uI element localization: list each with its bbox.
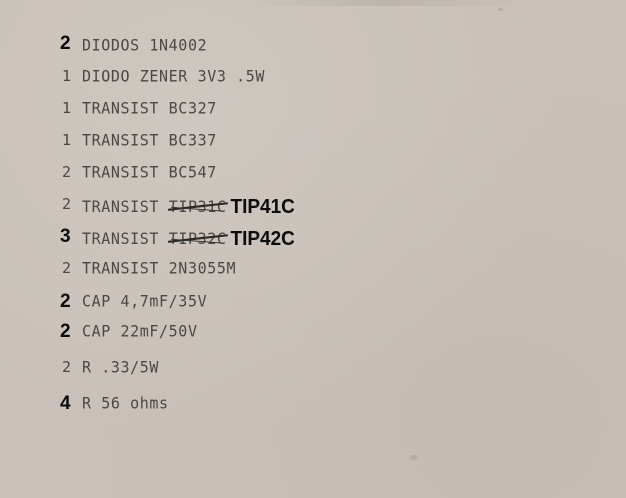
item-description: TRANSIST BC337 [82, 131, 217, 150]
item-quantity: 2 [60, 291, 71, 312]
item-type: TRANSIST [82, 197, 160, 216]
item-quantity: 3 [60, 226, 71, 247]
item-description: TRANSIST BC327 [82, 99, 217, 118]
item-description: CAP 4,7mF/35V [82, 292, 208, 311]
item-quantity: 2 [62, 358, 72, 376]
item-description: DIODO ZENER 3V3 .5W [82, 67, 265, 86]
replacement-part-number: TIP41C [230, 196, 295, 219]
item-quantity: 1 [62, 99, 72, 117]
scan-artifact [240, 0, 530, 6]
item-quantity: 1 [62, 67, 72, 85]
item-description: R .33/5W [82, 358, 160, 377]
struck-part-number: TIP31C [167, 197, 228, 216]
item-description: R 56 ohms [82, 394, 169, 413]
item-description: TRANSIST 2N3055M [82, 259, 237, 278]
item-quantity: 1 [62, 131, 72, 149]
item-quantity: 2 [62, 163, 72, 181]
item-type: TRANSIST [82, 229, 160, 248]
item-description: CAP 22mF/50V [82, 322, 198, 341]
item-description: TRANSIST TIP31CTIP41C [82, 195, 295, 218]
item-quantity: 2 [60, 321, 71, 342]
item-quantity: 2 [62, 195, 72, 213]
replacement-part-number: TIP42C [230, 228, 295, 251]
item-description: DIODOS 1N4002 [82, 36, 208, 55]
item-quantity: 2 [62, 259, 72, 277]
scan-smudge [410, 455, 418, 460]
item-quantity: 4 [60, 393, 71, 414]
struck-part-number: TIP32C [167, 229, 228, 248]
scan-smudge [498, 8, 503, 11]
item-quantity: 2 [60, 33, 71, 54]
item-description: TRANSIST TIP32CTIP42C [82, 227, 295, 250]
paper-background: 2 DIODOS 1N4002 1 DIODO ZENER 3V3 .5W 1 … [0, 0, 626, 498]
item-description: TRANSIST BC547 [82, 163, 217, 182]
